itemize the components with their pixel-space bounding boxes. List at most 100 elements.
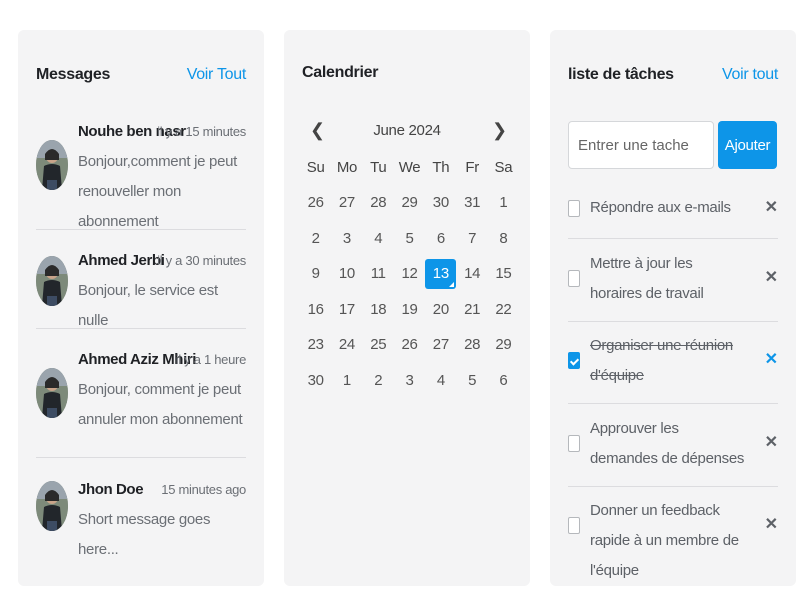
- divider: [36, 229, 246, 230]
- calendar-day[interactable]: 18: [363, 294, 394, 324]
- message-text: Bonjour, le service est nulle: [78, 282, 218, 329]
- weekday-label: Tu: [370, 158, 387, 176]
- calendar-day[interactable]: 26: [394, 330, 425, 360]
- todo-checkbox[interactable]: [568, 517, 580, 534]
- message-text: Bonjour,comment je peut renouveller mon …: [78, 153, 238, 230]
- calendar-day[interactable]: 27: [331, 188, 362, 218]
- message-sender: Jhon Doe: [78, 481, 144, 498]
- messages-view-all-link[interactable]: Voir Tout: [187, 66, 247, 84]
- calendar-day[interactable]: 30: [425, 188, 456, 218]
- calendar-day[interactable]: 31: [456, 188, 487, 218]
- todo-item: Approuver les demandes de dépenses ✕: [568, 414, 778, 474]
- close-icon[interactable]: ✕: [765, 267, 778, 287]
- todo-checkbox[interactable]: [568, 200, 580, 217]
- calendar-day-selected[interactable]: 13: [425, 258, 457, 289]
- calendar-day[interactable]: 6: [488, 365, 519, 395]
- message-item[interactable]: Jhon Doe 15 minutes ago Short message go…: [36, 481, 246, 561]
- calendar-week-row: 2345678: [300, 223, 530, 259]
- calendar-day[interactable]: 11: [363, 259, 394, 289]
- todo-checkbox[interactable]: [568, 435, 580, 452]
- calendar-day[interactable]: 20: [425, 294, 456, 324]
- messages-title: Messages: [36, 66, 111, 83]
- calendar-day[interactable]: 28: [363, 188, 394, 218]
- message-item[interactable]: Ahmed Jerbi il y a 30 minutes Bonjour, l…: [36, 252, 246, 332]
- calendar-day[interactable]: 2: [363, 365, 394, 395]
- divider: [568, 403, 778, 404]
- message-item[interactable]: Ahmed Aziz Mhiri il y a 1 heure Bonjour,…: [36, 351, 246, 455]
- divider: [36, 457, 246, 458]
- calendar-day[interactable]: 30: [300, 365, 331, 395]
- calendar-day[interactable]: 6: [425, 223, 456, 253]
- calendar-card: Calendrier ❮ June 2024 ❯ Su Mo Tu We Th Fr Sa 2…: [284, 30, 530, 586]
- message-text: Short message goes here...: [78, 511, 211, 558]
- calendar-day[interactable]: 3: [394, 365, 425, 395]
- calendar-day[interactable]: 16: [300, 294, 331, 324]
- calendar-day[interactable]: 27: [425, 330, 456, 360]
- chevron-right-icon[interactable]: ❯: [492, 120, 507, 141]
- calendar-day[interactable]: 12: [394, 259, 425, 289]
- message-time: il y a 30 minutes: [157, 253, 246, 268]
- calendar-day[interactable]: 9: [300, 259, 331, 289]
- calendar-day[interactable]: 29: [488, 330, 519, 360]
- calendar-day[interactable]: 5: [456, 365, 487, 395]
- weekday-label: Su: [306, 158, 325, 176]
- add-task-button[interactable]: Ajouter: [718, 121, 777, 169]
- calendar-day[interactable]: 14: [456, 259, 487, 289]
- close-icon[interactable]: ✕: [765, 514, 778, 534]
- calendar-day[interactable]: 7: [456, 223, 487, 253]
- calendar-day[interactable]: 4: [425, 365, 456, 395]
- calendar-day[interactable]: 29: [394, 188, 425, 218]
- close-icon[interactable]: ✕: [765, 349, 778, 369]
- todo-text: Répondre aux e-mails: [590, 199, 731, 216]
- calendar-day[interactable]: 23: [300, 330, 331, 360]
- close-icon[interactable]: ✕: [765, 197, 778, 217]
- todo-checkbox[interactable]: [568, 270, 580, 287]
- calendar-day[interactable]: 22: [488, 294, 519, 324]
- weekday-label: Fr: [465, 158, 479, 176]
- calendar-day[interactable]: 10: [331, 259, 362, 289]
- todo-checkbox[interactable]: [568, 352, 580, 369]
- todo-item: Donner un feedback rapide à un membre de…: [568, 496, 778, 579]
- calendar-day[interactable]: 28: [456, 330, 487, 360]
- avatar: [36, 368, 68, 418]
- weekday-label: Mo: [336, 158, 358, 176]
- weekday-label: We: [398, 158, 421, 176]
- calendar-day[interactable]: 5: [394, 223, 425, 253]
- calendar-week-row: 23 24 25 26 27 28 29: [300, 330, 530, 366]
- calendar-day[interactable]: 8: [488, 223, 519, 253]
- weekday-header-row: Su Mo Tu We Th Fr Sa: [300, 152, 530, 188]
- close-icon[interactable]: ✕: [765, 432, 778, 452]
- calendar-day[interactable]: 4: [363, 223, 394, 253]
- task-input[interactable]: [568, 121, 714, 169]
- todo-text: Organiser une réunion d'équipe: [590, 337, 733, 384]
- todo-item: Répondre aux e-mails ✕: [568, 193, 778, 223]
- calendar-day[interactable]: 15: [488, 259, 519, 289]
- avatar: [36, 481, 68, 531]
- calendar-day[interactable]: 3: [331, 223, 362, 253]
- divider: [568, 238, 778, 239]
- todo-card: liste de tâches Voir tout Ajouter Répond…: [550, 30, 796, 586]
- calendar-day[interactable]: 17: [331, 294, 362, 324]
- calendar-day[interactable]: 25: [363, 330, 394, 360]
- todo-title: liste de tâches: [568, 66, 674, 83]
- calendar-day[interactable]: 19: [394, 294, 425, 324]
- calendar-day[interactable]: 21: [456, 294, 487, 324]
- calendar-week-row: 9 10 11 12 13 14 15: [300, 258, 530, 295]
- todo-item: Mettre à jour les horaires de travail ✕: [568, 249, 778, 309]
- message-item[interactable]: Nouhe ben nasr il y a 15 minutes Bonjour…: [36, 123, 246, 230]
- calendar-day[interactable]: 1: [488, 188, 519, 218]
- todo-view-all-link[interactable]: Voir tout: [722, 66, 778, 84]
- calendar-week-row: 16 17 18 19 20 21 22: [300, 294, 530, 330]
- message-time: il y a 1 heure: [175, 352, 247, 367]
- calendar-day[interactable]: 26: [300, 188, 331, 218]
- todo-text: Approuver les demandes de dépenses: [590, 420, 745, 467]
- todo-text: Donner un feedback rapide à un membre de…: [590, 502, 739, 579]
- calendar-day[interactable]: 24: [331, 330, 362, 360]
- calendar-week-row: 26 27 28 29 30 31 1: [300, 188, 530, 224]
- calendar-grid: Su Mo Tu We Th Fr Sa 26 27 28 29 30 31 1 2 3 4 5 6 7 8 9 10 11 1…: [300, 152, 530, 401]
- avatar: [36, 256, 68, 306]
- calendar-day[interactable]: 2: [300, 223, 331, 253]
- calendar-title: Calendrier: [302, 64, 379, 81]
- calendar-day[interactable]: 1: [331, 365, 362, 395]
- message-text: Bonjour, comment je peut annuler mon abo…: [78, 381, 243, 428]
